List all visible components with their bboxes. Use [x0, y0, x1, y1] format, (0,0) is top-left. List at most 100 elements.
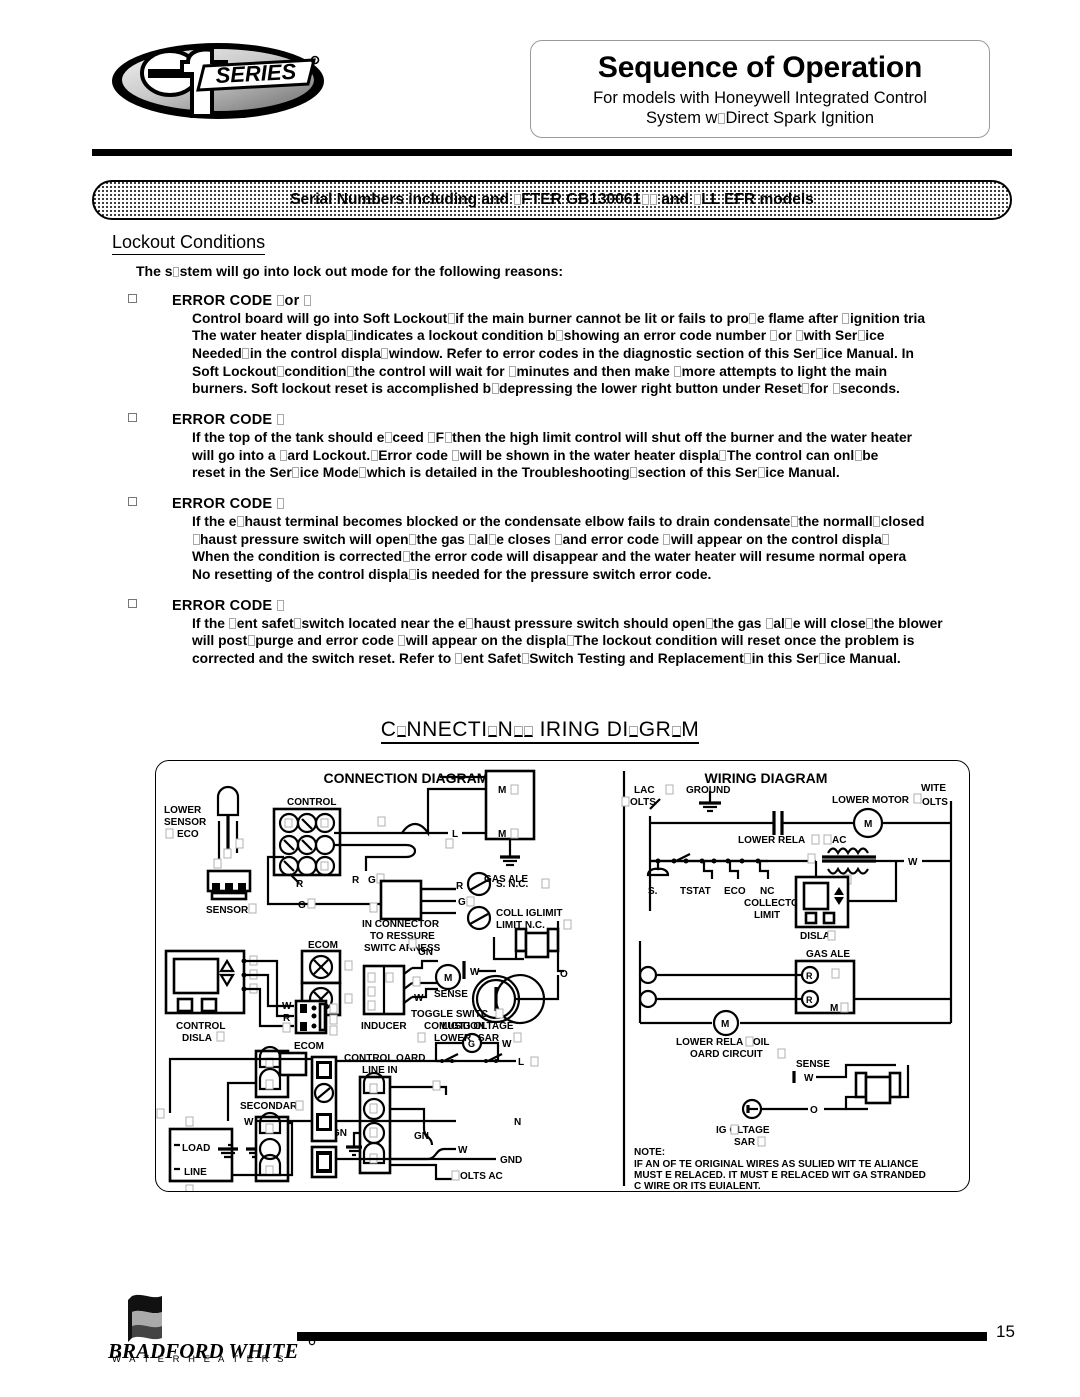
label-sense: SENSE — [434, 989, 468, 1000]
missing-glyph — [807, 853, 816, 864]
missing-glyph — [770, 330, 778, 342]
missing-glyph — [719, 449, 727, 461]
error-code-body: Control board will go into Soft Lockout i… — [192, 310, 1037, 398]
missing-glyph — [165, 828, 174, 839]
header-divider — [92, 149, 1012, 156]
missing-glyph — [377, 816, 386, 827]
footer-tagline: W A T E R H E A T E R S — [112, 1354, 287, 1365]
missing-glyph — [277, 294, 285, 306]
note-line-2: MUST E RELACED. IT MUST E RELACED WIT GA… — [634, 1170, 926, 1181]
text-line: No resetting of the control displa is nee… — [192, 566, 712, 582]
wiring-diagram-panel: .w { stroke:#000; stroke-width:2.2; fill… — [155, 760, 970, 1192]
label-white-volts-2: OLTS — [922, 797, 948, 808]
missing-glyph — [282, 1022, 291, 1033]
missing-glyph — [385, 972, 394, 983]
label-control-display-2: DISLA — [182, 1033, 212, 1044]
missing-glyph — [265, 1079, 274, 1090]
page-number: 15 — [996, 1322, 1015, 1341]
missing-glyph — [329, 1003, 338, 1014]
text-line: corrected and the switch reset. Refer to… — [192, 650, 901, 666]
missing-glyph — [329, 1014, 338, 1025]
missing-glyph — [827, 930, 836, 941]
missing-glyph — [842, 312, 850, 324]
missing-glyph — [192, 533, 200, 545]
missing-glyph — [428, 431, 436, 443]
svg-text:SERIES: SERIES — [215, 59, 297, 88]
missing-glyph — [621, 796, 630, 807]
lockout-conditions-section: Lockout Conditions The s stem will go int… — [0, 232, 1080, 668]
label-lower-relay: LOWER RELA — [738, 835, 805, 846]
note-title: NOTE: — [634, 1147, 665, 1158]
missing-glyph — [185, 1184, 194, 1191]
error-code-title: ERROR CODE or — [172, 293, 1080, 309]
section-heading: Lockout Conditions — [112, 232, 266, 255]
footer-rule — [297, 1332, 987, 1341]
label-relay-coil-2: OARD CIRCUIT — [690, 1049, 763, 1060]
label-M3: M — [830, 1003, 838, 1014]
missing-glyph — [641, 194, 649, 205]
label-inducer: INDUCER — [361, 1021, 407, 1032]
missing-glyph — [491, 383, 499, 395]
missing-glyph — [292, 467, 300, 479]
missing-glyph — [765, 617, 773, 629]
label-secondary: SECONDAR — [240, 1101, 298, 1112]
text-line: Needed in the control displa window. Refer… — [192, 346, 914, 361]
missing-glyph — [488, 726, 498, 737]
label-W3: W — [470, 967, 480, 978]
missing-glyph — [346, 365, 354, 377]
label-nc-3: LIMIT — [754, 910, 780, 921]
label-G4: G — [468, 1039, 475, 1049]
missing-glyph — [854, 449, 862, 461]
label-W: W — [282, 1001, 292, 1012]
text-line: The water heater displa indicates a locko… — [192, 328, 885, 344]
error-code-block: ERROR CODE If the ent safet switch locate… — [0, 598, 1080, 668]
label-ps-short: S. — [648, 886, 658, 897]
text-line: If the top of the tank should e ceed Fthe… — [192, 429, 913, 445]
label-toggle-1: TOGGLE SWITC — [411, 1009, 488, 1020]
missing-glyph — [276, 365, 284, 377]
label-M4: M — [721, 1019, 729, 1030]
error-code-title: ERROR CODE — [172, 598, 1080, 614]
missing-glyph — [277, 599, 285, 611]
missing-glyph — [566, 635, 574, 647]
missing-glyph — [432, 1080, 441, 1091]
missing-glyph — [235, 838, 244, 849]
missing-glyph — [495, 1008, 504, 1019]
missing-glyph — [745, 1036, 754, 1047]
missing-glyph — [381, 348, 389, 359]
missing-glyph — [513, 1032, 522, 1043]
label-sense2: SENSE — [796, 1059, 830, 1070]
missing-glyph — [757, 467, 765, 479]
missing-glyph — [510, 784, 519, 795]
label-W4: W — [458, 1145, 468, 1156]
ef-series-logo: SERIES — [112, 43, 324, 119]
label-M2: M — [498, 829, 506, 840]
label-coll-limit-1: COLL IGLIMIT — [496, 908, 562, 919]
label-R6: R — [806, 971, 813, 981]
missing-glyph — [749, 312, 757, 324]
serial-numbers-banner: Serial Numbers including and FTER GB1300… — [92, 180, 1012, 220]
label-hv2-2: SAR — [734, 1137, 756, 1148]
missing-glyph — [815, 348, 823, 359]
label-W8: W — [804, 1073, 814, 1084]
missing-glyph — [466, 617, 474, 629]
label-R5: R — [283, 1013, 291, 1024]
text-line: haust pressure switch will open the gas a… — [192, 531, 1037, 549]
missing-glyph — [513, 194, 521, 205]
label-black-volts-1: LAC — [634, 785, 655, 796]
missing-glyph — [156, 1108, 165, 1119]
missing-glyph — [555, 533, 562, 545]
missing-glyph — [294, 617, 302, 629]
missing-glyph — [705, 617, 713, 629]
label-ecom-top: ECOM — [308, 940, 338, 951]
page-footer: BRADFORD WHITE W A T E R H E A T E R S 1… — [0, 1290, 1080, 1380]
missing-glyph — [320, 818, 329, 828]
label-R2: R — [352, 875, 360, 886]
error-code-block: ERROR CODE or Control board will go into… — [0, 293, 1080, 398]
missing-glyph — [451, 1170, 460, 1181]
label-R4: R — [456, 881, 464, 892]
text-line: When the condition is corrected the error… — [192, 549, 907, 565]
missing-glyph — [277, 497, 285, 509]
missing-glyph — [265, 1123, 274, 1134]
missing-glyph — [630, 467, 638, 479]
